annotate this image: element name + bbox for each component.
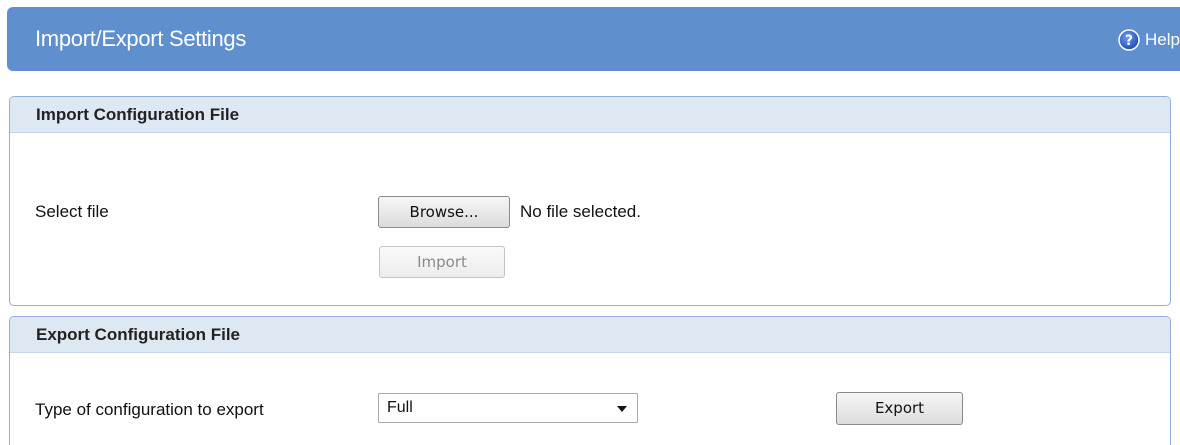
page-header: Import/Export Settings ? Help <box>7 7 1180 71</box>
import-button[interactable]: Import <box>379 246 505 278</box>
page: Import/Export Settings ? Help Import Con… <box>0 0 1180 445</box>
chevron-down-icon <box>617 406 627 412</box>
export-button[interactable]: Export <box>836 392 963 425</box>
export-type-select[interactable]: Full <box>378 393 638 423</box>
export-type-label: Type of configuration to export <box>35 400 264 419</box>
svg-text:?: ? <box>1125 33 1133 49</box>
question-circle-icon[interactable]: ? <box>1118 29 1140 51</box>
help-link[interactable]: ? Help <box>1118 29 1180 51</box>
import-panel-title: Import Configuration File <box>10 97 1170 133</box>
file-status-text: No file selected. <box>520 202 641 221</box>
select-file-label: Select file <box>35 202 109 221</box>
browse-button[interactable]: Browse... <box>378 196 510 228</box>
export-type-selected-value: Full <box>387 399 413 416</box>
import-config-panel: Import Configuration File Select file Br… <box>9 96 1171 306</box>
export-panel-title: Export Configuration File <box>10 317 1170 353</box>
export-config-panel: Export Configuration File Type of config… <box>9 316 1171 445</box>
help-label[interactable]: Help <box>1145 30 1180 50</box>
page-title: Import/Export Settings <box>35 26 247 51</box>
